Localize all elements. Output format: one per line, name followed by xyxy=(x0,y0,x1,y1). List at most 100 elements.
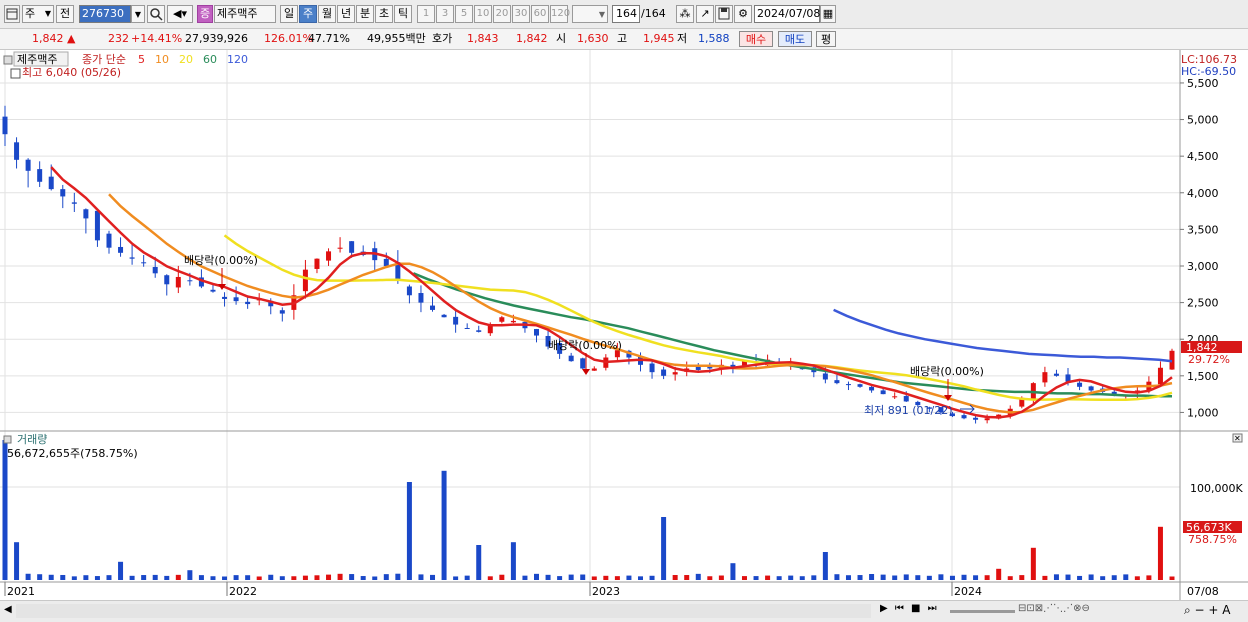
candle xyxy=(880,390,886,395)
period-tab[interactable]: 분 xyxy=(356,5,374,23)
volume-bar xyxy=(799,576,805,580)
volume-bar xyxy=(245,575,251,580)
stock-chart[interactable]: 5,5005,0004,5004,0003,5003,0002,5002,000… xyxy=(0,50,1248,600)
volume-bar xyxy=(603,575,609,580)
ma-legend-item: 20 xyxy=(179,53,193,66)
volume-bar xyxy=(106,575,112,580)
link-button[interactable]: ⁂ xyxy=(676,5,694,23)
volume-bar xyxy=(1169,576,1175,580)
volume-bar xyxy=(557,576,563,580)
candle xyxy=(175,276,181,288)
stock-code-input[interactable]: 276730 xyxy=(79,5,131,23)
zoom-controls[interactable]: ⌕ − + A xyxy=(1184,603,1230,618)
panel-menu-icon[interactable] xyxy=(3,55,13,65)
period-tab[interactable]: 초 xyxy=(375,5,393,23)
period-tab[interactable]: 틱 xyxy=(394,5,412,23)
prev-button[interactable]: 전 xyxy=(56,5,74,23)
volume-bar xyxy=(1146,575,1152,580)
zoom-slider[interactable] xyxy=(950,610,1015,613)
volume-bar xyxy=(1134,576,1140,580)
candle xyxy=(1077,382,1083,387)
chart-scrollbar[interactable]: ◀ ▶ ⏮ ■ ⏭ ⊟⊡⊠⋰⋱⋰⊗⊖ ⌕ − + A xyxy=(0,600,1248,622)
interval-button[interactable]: 60 xyxy=(531,5,549,23)
volume-bar xyxy=(591,576,597,580)
stock-tag-badge: 증 xyxy=(197,5,213,23)
hc-label: HC:-69.50 xyxy=(1181,65,1236,78)
volume-bar xyxy=(1100,576,1106,580)
search-button[interactable] xyxy=(147,5,165,23)
volume-bar xyxy=(822,552,828,580)
candle xyxy=(418,293,424,303)
x-end-label: 07/08 xyxy=(1187,585,1219,598)
crosshair-icon: ↗ xyxy=(700,7,710,20)
calendar-button[interactable]: ▦ xyxy=(820,5,836,23)
volume-bar xyxy=(25,573,31,580)
interval-button[interactable]: 120 xyxy=(550,5,570,23)
volume-bar xyxy=(268,574,274,580)
candle xyxy=(510,320,516,323)
ask-price: 1,843 xyxy=(467,32,499,45)
volume-bar xyxy=(695,573,701,580)
sell-button[interactable]: 매도 xyxy=(778,31,812,47)
period-tab[interactable]: 일 xyxy=(280,5,298,23)
candle xyxy=(672,372,678,375)
x-tick-label: 2022 xyxy=(229,585,257,598)
candle xyxy=(822,373,828,380)
change-value: 232 xyxy=(108,32,129,45)
eval-button[interactable]: 평 xyxy=(816,31,836,47)
panel-menu-icon[interactable] xyxy=(3,435,12,444)
interval-button[interactable]: 3 xyxy=(436,5,454,23)
stock-name-field[interactable]: 제주맥주 xyxy=(214,5,276,23)
interval-button[interactable]: 5 xyxy=(455,5,473,23)
volume-bar xyxy=(1123,574,1129,580)
candle xyxy=(118,246,124,253)
candle xyxy=(1088,386,1094,391)
play-controls[interactable]: ▶ ⏮ ■ ⏭ xyxy=(880,603,939,614)
volume-bar xyxy=(730,563,736,580)
volume-bar xyxy=(383,574,389,580)
low-label: 저 xyxy=(677,32,688,45)
volume-bar xyxy=(741,576,747,580)
buy-button[interactable]: 매수 xyxy=(739,31,773,47)
scroll-left-icon[interactable]: ◀ xyxy=(4,604,12,615)
date-input[interactable]: 2024/07/08 xyxy=(754,5,820,23)
volume-current: 56,672,655주(758.75%) xyxy=(7,447,138,460)
search-icon xyxy=(150,8,163,21)
volume-bar xyxy=(1077,575,1083,580)
high-price: 1,945 xyxy=(643,32,675,45)
save-icon xyxy=(718,7,730,20)
volume-bar xyxy=(672,575,678,580)
interval-button[interactable]: 1 xyxy=(417,5,435,23)
volume-bar xyxy=(765,575,771,580)
drawing-tools[interactable]: ⊟⊡⊠⋰⋱⋰⊗⊖ xyxy=(1018,603,1090,614)
save-button[interactable] xyxy=(715,5,733,23)
interval-button[interactable]: 30 xyxy=(512,5,530,23)
volume-axis-tick: 100,000K xyxy=(1190,482,1243,495)
candle xyxy=(441,314,447,318)
interval-button[interactable]: 20 xyxy=(493,5,511,23)
candle xyxy=(383,258,389,266)
period-tab[interactable]: 주 xyxy=(299,5,317,23)
volume-bar xyxy=(118,561,124,580)
speaker-button[interactable]: ◀▾ xyxy=(167,5,193,23)
interval-button[interactable]: 10 xyxy=(474,5,492,23)
volume-bar xyxy=(1019,575,1025,580)
scroll-track[interactable] xyxy=(16,604,871,618)
period-tab[interactable]: 월 xyxy=(318,5,336,23)
count-input[interactable]: 164 xyxy=(612,5,640,23)
current-price: 1,842 xyxy=(32,32,64,45)
volume-bar xyxy=(545,574,551,580)
turnover-ratio: 47.71% xyxy=(308,32,350,45)
interval-dropdown[interactable]: ▼ xyxy=(572,5,608,23)
period-tab[interactable]: 년 xyxy=(337,5,355,23)
code-dropdown[interactable]: ▼ xyxy=(131,5,145,23)
settings-button[interactable]: ⚙ xyxy=(734,5,752,23)
volume-ratio: 126.01% xyxy=(264,32,313,45)
candle xyxy=(406,286,412,296)
chart-window-icon[interactable] xyxy=(4,5,20,23)
candle xyxy=(14,142,20,160)
market-select[interactable]: 주 ▼ xyxy=(22,5,54,23)
crosshair-button[interactable]: ↗ xyxy=(696,5,714,23)
candle xyxy=(1157,367,1163,385)
y-tick-label: 1,500 xyxy=(1187,370,1219,383)
